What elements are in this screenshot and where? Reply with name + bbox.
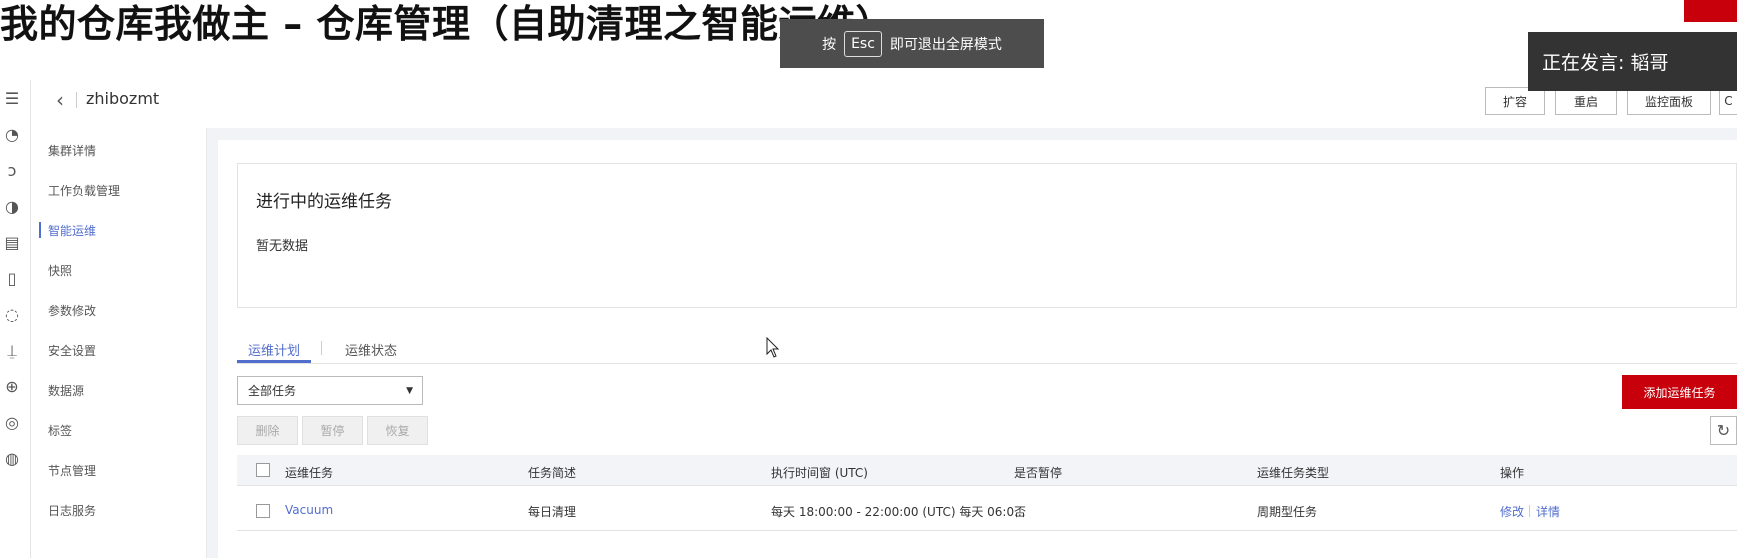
icon-rail: ☰ ◔ ↄ ◑ ▤ ▯ ◌ ⍊ ⊕ ◎ ◍ xyxy=(0,80,30,558)
col-window: 执行时间窗 (UTC) xyxy=(771,466,868,480)
rail-cluster-icon[interactable]: ◔ xyxy=(3,126,21,144)
rail-node-icon[interactable]: ◎ xyxy=(3,414,21,432)
sidebar-item-datasource[interactable]: 数据源 xyxy=(48,382,84,399)
refresh-icon[interactable]: ↻ xyxy=(1710,416,1737,445)
tab-separator xyxy=(321,341,322,355)
detail-link[interactable]: 详情 xyxy=(1536,503,1560,520)
header-refresh-icon[interactable]: C xyxy=(1719,87,1737,115)
monitor-panel-button[interactable]: 监控面板 xyxy=(1627,87,1711,115)
esc-key-badge: Esc xyxy=(844,30,882,57)
col-type: 运维任务类型 xyxy=(1257,466,1330,480)
pause-button[interactable]: 暂停 xyxy=(302,416,363,445)
op-separator xyxy=(1529,505,1530,517)
rail-params-icon[interactable]: ▯ xyxy=(3,270,21,288)
task-window: 每天 18:00:00 - 22:00:00 (UTC) 每天 06:0... xyxy=(771,505,1026,519)
running-tasks-card xyxy=(237,163,1737,308)
rail-datasource-icon[interactable]: ⍊ xyxy=(3,342,21,360)
speaker-indicator: 正在发言: 韬哥 xyxy=(1528,32,1737,91)
toast-before: 按 xyxy=(822,36,837,53)
sidebar-item-snapshot[interactable]: 快照 xyxy=(48,262,72,279)
task-type: 周期型任务 xyxy=(1257,505,1318,519)
caret-down-icon: ▼ xyxy=(406,386,413,396)
fullscreen-toast: 按 Esc 即可退出全屏模式 xyxy=(780,19,1044,68)
sidebar-item-logs[interactable]: 日志服务 xyxy=(48,502,96,519)
rail-security-icon[interactable]: ◌ xyxy=(3,306,21,324)
select-all-checkbox[interactable] xyxy=(256,463,270,477)
running-tasks-title: 进行中的运维任务 xyxy=(256,192,392,212)
back-separator xyxy=(76,92,77,108)
col-paused: 是否暂停 xyxy=(1014,466,1063,480)
slide-title: 我的仓库我做主 – 仓库管理（自助清理之智能运维） xyxy=(0,2,894,46)
chevron-left-icon[interactable]: ‹ xyxy=(56,88,64,112)
task-filter-select[interactable]: 全部任务 ▼ xyxy=(237,376,423,405)
cluster-name: zhibozmt xyxy=(86,89,160,108)
sidebar-nav: 集群详情 工作负载管理 智能运维 快照 参数修改 安全设置 数据源 标签 节点管… xyxy=(31,128,206,558)
task-name-link[interactable]: Vacuum xyxy=(285,503,333,517)
col-operations: 操作 xyxy=(1500,466,1525,480)
sidebar-item-nodes[interactable]: 节点管理 xyxy=(48,462,96,479)
col-description: 任务简述 xyxy=(528,466,577,480)
menu-icon[interactable]: ☰ xyxy=(3,90,21,108)
row-checkbox[interactable] xyxy=(256,504,270,518)
table-row: Vacuum 每日清理 每天 18:00:00 - 22:00:00 (UTC)… xyxy=(237,491,1737,531)
sidebar-active-indicator xyxy=(39,222,41,238)
mouse-cursor-icon xyxy=(766,337,780,358)
expand-button[interactable]: 扩容 xyxy=(1485,87,1545,115)
rail-tag-icon[interactable]: ⊕ xyxy=(3,378,21,396)
sidebar-item-workload[interactable]: 工作负载管理 xyxy=(48,182,120,199)
sidebar-item-smart-ops[interactable]: 智能运维 xyxy=(48,222,96,239)
tab-ops-status[interactable]: 运维状态 xyxy=(345,340,397,359)
task-description: 每日清理 xyxy=(528,505,577,519)
tab-ops-plan[interactable]: 运维计划 xyxy=(248,340,300,359)
restart-button[interactable]: 重启 xyxy=(1555,87,1617,115)
running-tasks-empty: 暂无数据 xyxy=(256,239,309,254)
rail-workload-icon[interactable]: ↄ xyxy=(3,162,21,180)
sidebar-item-cluster-details[interactable]: 集群详情 xyxy=(48,142,96,159)
screen: 我的仓库我做主 – 仓库管理（自助清理之智能运维） ☰ ◔ ↄ ◑ ▤ ▯ ◌ … xyxy=(0,0,1737,558)
sidebar-item-tags[interactable]: 标签 xyxy=(48,422,72,439)
col-task: 运维任务 xyxy=(285,466,334,480)
edit-link[interactable]: 修改 xyxy=(1500,503,1524,520)
table-header: 运维任务 任务简述 执行时间窗 (UTC) 是否暂停 运维任务类型 操作 xyxy=(237,455,1737,486)
sidebar-item-params[interactable]: 参数修改 xyxy=(48,302,96,319)
brand-red-corner xyxy=(1684,0,1737,22)
sidebar-item-security[interactable]: 安全设置 xyxy=(48,342,96,359)
rail-snapshot-icon[interactable]: ▤ xyxy=(3,234,21,252)
add-ops-task-button[interactable]: 添加运维任务 xyxy=(1622,375,1737,409)
task-paused: 否 xyxy=(1014,505,1027,519)
rail-ops-icon[interactable]: ◑ xyxy=(3,198,21,216)
delete-button[interactable]: 删除 xyxy=(237,416,298,445)
tabs-baseline xyxy=(237,363,1737,364)
resume-button[interactable]: 恢复 xyxy=(367,416,428,445)
toast-after: 即可退出全屏模式 xyxy=(889,36,1002,53)
task-filter-value: 全部任务 xyxy=(248,384,297,398)
rail-log-icon[interactable]: ◍ xyxy=(3,450,21,468)
